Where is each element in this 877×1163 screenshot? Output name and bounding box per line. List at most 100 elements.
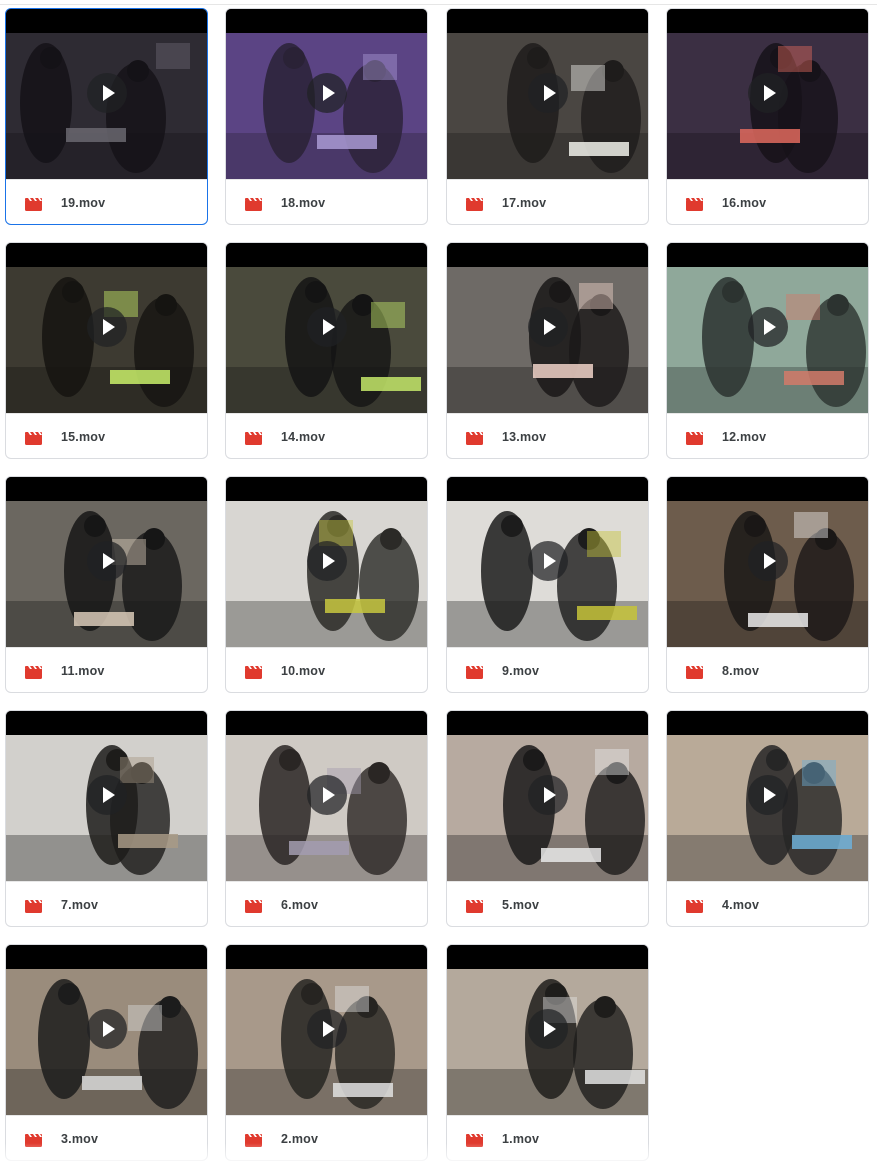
- file-info-bar[interactable]: 10.mov: [226, 647, 427, 692]
- file-name: 16.mov: [722, 196, 767, 210]
- letterbox-bar: [6, 945, 207, 969]
- file-info-bar[interactable]: 16.mov: [667, 179, 868, 224]
- video-file-card[interactable]: 2.mov: [225, 944, 428, 1161]
- video-file-icon: [245, 666, 262, 679]
- video-thumbnail[interactable]: [226, 9, 427, 179]
- video-file-card[interactable]: 5.mov: [446, 710, 649, 927]
- file-info-bar[interactable]: 9.mov: [447, 647, 648, 692]
- play-icon[interactable]: [528, 307, 568, 347]
- video-file-card[interactable]: 18.mov: [225, 8, 428, 225]
- video-file-icon: [25, 900, 42, 913]
- file-info-bar[interactable]: 3.mov: [6, 1115, 207, 1160]
- letterbox-bar: [226, 711, 427, 735]
- video-file-card[interactable]: 14.mov: [225, 242, 428, 459]
- video-thumbnail[interactable]: [6, 477, 207, 647]
- file-info-bar[interactable]: 14.mov: [226, 413, 427, 458]
- video-thumbnail[interactable]: [447, 945, 648, 1115]
- video-file-card[interactable]: 19.mov: [5, 8, 208, 225]
- video-file-card[interactable]: 15.mov: [5, 242, 208, 459]
- letterbox-bar: [6, 477, 207, 501]
- file-name: 6.mov: [281, 898, 319, 912]
- play-icon[interactable]: [748, 541, 788, 581]
- video-thumbnail[interactable]: [226, 945, 427, 1115]
- file-info-bar[interactable]: 5.mov: [447, 881, 648, 926]
- file-name: 15.mov: [61, 430, 106, 444]
- play-icon[interactable]: [528, 73, 568, 113]
- file-info-bar[interactable]: 11.mov: [6, 647, 207, 692]
- file-info-bar[interactable]: 4.mov: [667, 881, 868, 926]
- file-info-bar[interactable]: 1.mov: [447, 1115, 648, 1160]
- video-thumbnail[interactable]: [447, 711, 648, 881]
- play-icon[interactable]: [748, 307, 788, 347]
- file-info-bar[interactable]: 18.mov: [226, 179, 427, 224]
- letterbox-bar: [667, 243, 868, 267]
- file-name: 2.mov: [281, 1132, 319, 1146]
- file-info-bar[interactable]: 8.mov: [667, 647, 868, 692]
- video-file-card[interactable]: 7.mov: [5, 710, 208, 927]
- letterbox-bar: [447, 477, 648, 501]
- video-thumbnail[interactable]: [6, 711, 207, 881]
- play-icon[interactable]: [307, 73, 347, 113]
- file-info-bar[interactable]: 19.mov: [6, 179, 207, 224]
- play-icon[interactable]: [307, 541, 347, 581]
- video-file-icon: [466, 666, 483, 679]
- letterbox-bar: [447, 711, 648, 735]
- video-file-card[interactable]: 3.mov: [5, 944, 208, 1161]
- play-icon[interactable]: [87, 541, 127, 581]
- file-info-bar[interactable]: 2.mov: [226, 1115, 427, 1160]
- file-info-bar[interactable]: 6.mov: [226, 881, 427, 926]
- play-icon[interactable]: [748, 73, 788, 113]
- video-thumbnail[interactable]: [226, 711, 427, 881]
- video-thumbnail[interactable]: [6, 945, 207, 1115]
- play-icon[interactable]: [307, 307, 347, 347]
- play-icon[interactable]: [528, 541, 568, 581]
- video-thumbnail[interactable]: [447, 477, 648, 647]
- play-icon[interactable]: [87, 1009, 127, 1049]
- file-name: 18.mov: [281, 196, 326, 210]
- video-thumbnail[interactable]: [226, 477, 427, 647]
- file-name: 4.mov: [722, 898, 760, 912]
- video-thumbnail[interactable]: [447, 243, 648, 413]
- video-file-card[interactable]: 10.mov: [225, 476, 428, 693]
- play-icon[interactable]: [528, 1009, 568, 1049]
- file-info-bar[interactable]: 7.mov: [6, 881, 207, 926]
- play-icon[interactable]: [87, 73, 127, 113]
- video-file-card[interactable]: 8.mov: [666, 476, 869, 693]
- file-info-bar[interactable]: 17.mov: [447, 179, 648, 224]
- play-icon[interactable]: [528, 775, 568, 815]
- video-thumbnail[interactable]: [6, 243, 207, 413]
- letterbox-bar: [447, 945, 648, 969]
- video-file-card[interactable]: 17.mov: [446, 8, 649, 225]
- video-thumbnail[interactable]: [447, 9, 648, 179]
- video-file-icon: [686, 432, 703, 445]
- video-file-card[interactable]: 9.mov: [446, 476, 649, 693]
- video-file-icon: [686, 900, 703, 913]
- file-name: 11.mov: [61, 664, 105, 678]
- file-info-bar[interactable]: 15.mov: [6, 413, 207, 458]
- video-thumbnail[interactable]: [226, 243, 427, 413]
- video-file-card[interactable]: 6.mov: [225, 710, 428, 927]
- video-file-card[interactable]: 11.mov: [5, 476, 208, 693]
- video-thumbnail[interactable]: [667, 9, 868, 179]
- play-icon[interactable]: [748, 775, 788, 815]
- file-info-bar[interactable]: 13.mov: [447, 413, 648, 458]
- play-icon[interactable]: [87, 307, 127, 347]
- file-name: 17.mov: [502, 196, 547, 210]
- video-file-card[interactable]: 12.mov: [666, 242, 869, 459]
- play-icon[interactable]: [87, 775, 127, 815]
- video-thumbnail[interactable]: [667, 711, 868, 881]
- video-thumbnail[interactable]: [667, 477, 868, 647]
- file-info-bar[interactable]: 12.mov: [667, 413, 868, 458]
- video-file-card[interactable]: 1.mov: [446, 944, 649, 1161]
- file-name: 10.mov: [281, 664, 326, 678]
- play-icon[interactable]: [307, 775, 347, 815]
- video-file-card[interactable]: 4.mov: [666, 710, 869, 927]
- video-thumbnail[interactable]: [667, 243, 868, 413]
- letterbox-bar: [226, 243, 427, 267]
- video-thumbnail[interactable]: [6, 9, 207, 179]
- video-file-icon: [245, 198, 262, 211]
- video-file-card[interactable]: 13.mov: [446, 242, 649, 459]
- video-file-card[interactable]: 16.mov: [666, 8, 869, 225]
- play-icon[interactable]: [307, 1009, 347, 1049]
- file-name: 8.mov: [722, 664, 760, 678]
